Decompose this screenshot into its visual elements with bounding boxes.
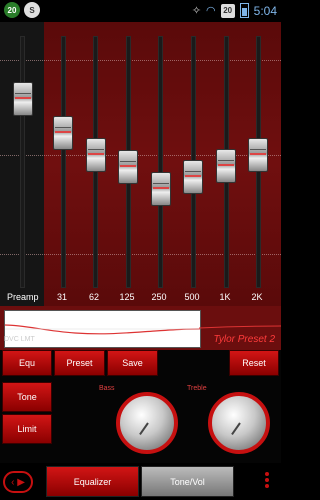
treble-knob-indicator [231, 422, 241, 436]
battery-icon [239, 3, 249, 18]
treble-label: Treble [187, 385, 207, 392]
band-500-label: 500 [184, 292, 200, 302]
status-time: 5:04 [253, 3, 277, 18]
calendar-icon: 20 [220, 3, 235, 18]
equalizer-panel: Preamp 31 62 125 250 500 1K 2K [0, 22, 281, 306]
bass-label: Bass [99, 385, 115, 392]
band-31-slider-knob[interactable] [53, 116, 73, 150]
limit-button[interactable]: Limit [2, 414, 52, 444]
preset-button[interactable]: Preset [54, 350, 105, 376]
bass-knob[interactable] [116, 392, 178, 454]
treble-knob[interactable] [208, 392, 270, 454]
app-notification-icon: S [24, 2, 40, 18]
band-250-track [158, 36, 163, 288]
response-graph-area: DVC LMT Tylor Preset 2 [0, 306, 281, 350]
reset-button[interactable]: Reset [229, 350, 279, 376]
status-bar: 20 S ✧ ◠ 20 5:04 [0, 0, 281, 22]
band-125-label: 125 [119, 292, 135, 302]
band-31-label: 31 [56, 292, 67, 302]
grid-line-center [0, 155, 281, 156]
bottom-bar: ‹ ▶ Equalizer Tone/Vol [0, 463, 281, 500]
band-2k-slider-knob[interactable] [248, 138, 268, 172]
preamp-slider-knob[interactable] [13, 82, 33, 116]
band-2k-label: 2K [251, 292, 263, 302]
save-button[interactable]: Save [107, 350, 158, 376]
tab-tone-vol[interactable]: Tone/Vol [141, 466, 234, 497]
vibrate-icon: ✧ [191, 5, 202, 17]
band-1k-label: 1K [219, 292, 231, 302]
limit-indicator: DVC LMT [4, 336, 35, 343]
equ-button[interactable]: Equ [2, 350, 52, 376]
band-31-track [61, 36, 66, 288]
notification-icon: 20 [4, 2, 20, 18]
back-forward-icon[interactable]: ‹ ▶ [3, 471, 33, 493]
overflow-menu-icon[interactable] [265, 472, 271, 490]
grid-line-bottom [0, 254, 281, 255]
tab-equalizer[interactable]: Equalizer [46, 466, 139, 497]
band-250-slider-knob[interactable] [151, 172, 171, 206]
tone-button[interactable]: Tone [2, 382, 52, 412]
wifi-icon: ◠ [206, 5, 216, 17]
band-1k-slider-knob[interactable] [216, 149, 236, 183]
band-62-slider-knob[interactable] [86, 138, 106, 172]
band-250-label: 250 [151, 292, 167, 302]
bass-knob-indicator [139, 422, 149, 436]
grid-line-top [0, 60, 281, 61]
band-62-label: 62 [88, 292, 99, 302]
band-125-slider-knob[interactable] [118, 150, 138, 184]
preamp-label: Preamp [7, 292, 39, 302]
preset-name: Tylor Preset 2 [213, 334, 276, 345]
control-panel: Equ Preset Save Reset Tone Limit Bass Tr… [0, 350, 281, 463]
band-500-slider-knob[interactable] [183, 160, 203, 194]
preamp-track [20, 36, 25, 288]
